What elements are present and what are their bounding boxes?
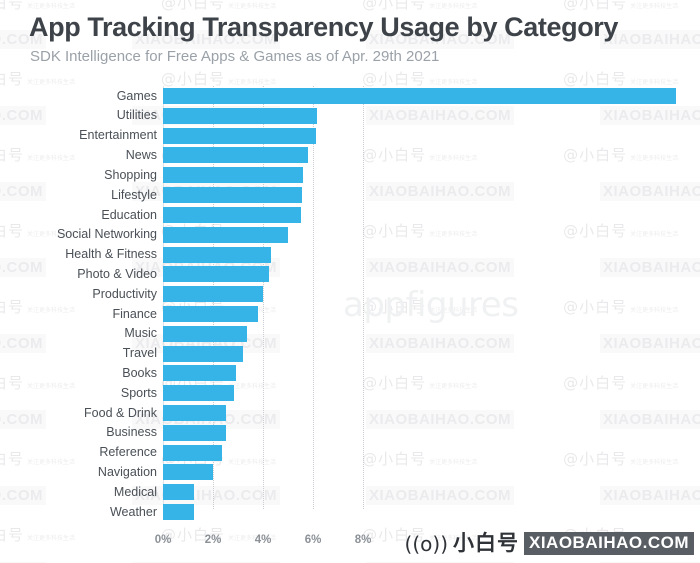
bar[interactable] [163,305,258,322]
bar-row[interactable]: News [0,145,700,165]
bar-row[interactable]: Food & Drink [0,403,700,423]
category-label: Social Networking [56,227,157,242]
category-label: Sports [120,385,157,400]
bar[interactable] [163,286,263,303]
category-label: Health & Fitness [65,247,157,262]
logo-chinese-text: 小白号 [453,531,519,556]
bar[interactable] [163,88,676,104]
bar-row[interactable]: Education [0,205,700,225]
bar-row[interactable]: Sports [0,383,700,403]
bar-row[interactable]: Photo & Video [0,264,700,284]
category-label: Medical [113,484,157,499]
bar-row[interactable]: Navigation [0,462,700,482]
bar-row[interactable]: Shopping [0,165,700,185]
plot-area: Games Utilities Entertainment News Shopping L… [0,86,700,526]
category-label: Business [106,425,157,440]
category-label: Lifestyle [111,187,157,202]
category-label: Finance [112,306,157,321]
category-label: News [125,148,157,163]
bar[interactable] [163,167,303,184]
bar[interactable] [163,405,226,421]
category-label: Travel [122,346,157,361]
bar[interactable] [163,444,222,461]
bar-row[interactable]: Medical [0,482,700,502]
category-label: Entertainment [79,128,157,143]
bar-row[interactable]: Music [0,324,700,344]
bar-row[interactable]: Weather [0,502,700,522]
category-label: Weather [109,504,157,519]
category-label: Music [124,326,157,341]
wifi-signal-icon: ((o)) [404,531,448,556]
bar-row[interactable]: Books [0,363,700,383]
x-axis-tick-label: 0% [154,534,172,546]
category-label: Books [122,366,157,381]
chart-container: @小白号关注更多科技生活@小白号关注更多科技生活@小白号关注更多科技生活@小白号… [0,0,700,563]
bar-row[interactable]: Health & Fitness [0,245,700,265]
bar[interactable] [163,226,288,243]
bar-row[interactable]: Reference [0,443,700,463]
category-label: Productivity [92,286,157,301]
bar[interactable] [163,424,226,441]
bar[interactable] [163,127,316,144]
logo-domain-text: XIAOBAIHAO.COM [524,532,694,555]
bar[interactable] [163,107,317,124]
bar-row[interactable]: Productivity [0,284,700,304]
bar[interactable] [163,187,302,204]
bar-row[interactable]: Utilities [0,106,700,126]
bar[interactable] [163,266,270,283]
category-label: Reference [99,445,157,460]
page-title: App Tracking Transparency Usage by Categ… [29,12,619,42]
bar-row[interactable]: Social Networking [0,225,700,245]
bar[interactable] [163,206,301,223]
category-label: Food & Drink [84,405,157,420]
bar[interactable] [163,147,308,164]
page-subtitle: SDK Intelligence for Free Apps & Games a… [30,48,440,65]
bar[interactable] [163,504,195,521]
category-label: Utilities [116,108,157,123]
bar-row[interactable]: Lifestyle [0,185,700,205]
bar[interactable] [163,385,235,402]
x-axis-tick-label: 6% [304,534,322,546]
category-label: Games [116,88,157,103]
x-axis-tick-label: 2% [204,534,222,546]
site-logo: ((o)) 小白号 XIAOBAIHAO.COM [405,532,694,555]
category-label: Education [101,207,157,222]
x-axis-tick-label: 4% [254,534,272,546]
bar[interactable] [163,484,195,501]
bar-row[interactable]: Entertainment [0,126,700,146]
category-label: Shopping [104,167,157,182]
bar[interactable] [163,325,247,342]
bar-row[interactable]: Travel [0,344,700,364]
bar-row[interactable]: Business [0,423,700,443]
bar[interactable] [163,246,271,263]
bar-rows: Games Utilities Entertainment News Shopping L… [0,86,700,522]
category-label: Navigation [97,465,157,480]
category-label: Photo & Video [77,266,157,281]
bar[interactable] [163,345,243,362]
bar-row[interactable]: Games [0,86,700,106]
bar[interactable] [163,464,213,481]
bar[interactable] [163,365,236,382]
x-axis-tick-label: 8% [354,534,372,546]
bar-row[interactable]: Finance [0,304,700,324]
